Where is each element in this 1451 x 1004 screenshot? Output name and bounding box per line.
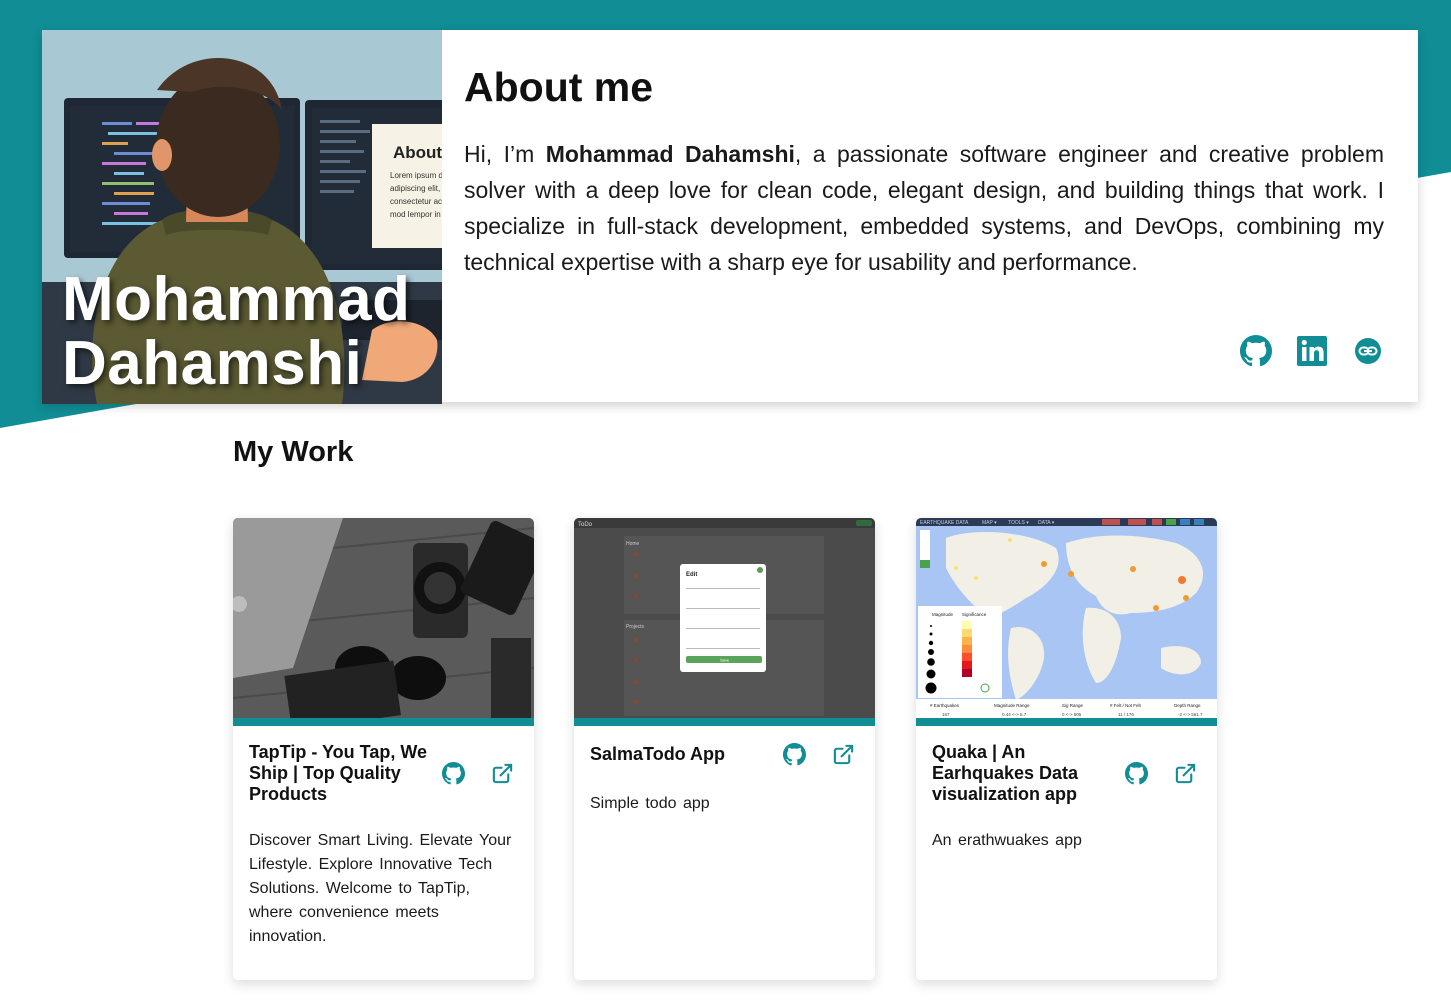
project-title: Quaka | An Earhquakes Data visualization… <box>932 742 1079 804</box>
quaka-menu-3: TOOLS ▾ <box>1008 520 1029 526</box>
todo-app-name: ToDo <box>578 522 593 528</box>
quaka-stat-value-3: 0 <-> 505 <box>1062 712 1082 717</box>
quaka-stat-value-4: 11 / 176 <box>1118 712 1134 717</box>
project-description: Discover Smart Living. Elevate Your Life… <box>249 832 512 945</box>
project-image[interactable]: EARTHQUAKE DATA MAP ▾ TOOLS ▾ DATA ▾ Mag… <box>916 518 1217 718</box>
github-icon[interactable] <box>442 762 465 785</box>
quaka-stat-header-3: Sig Range <box>1062 703 1084 708</box>
github-icon[interactable] <box>1125 762 1148 785</box>
about-intro-pre: Hi, I’m <box>464 141 546 167</box>
todo-section-projects: Projects <box>626 624 645 630</box>
external-link-icon[interactable] <box>1174 762 1197 785</box>
github-icon[interactable] <box>783 742 806 766</box>
linkedin-icon[interactable] <box>1296 335 1328 367</box>
project-card: TapTip - You Tap, We Ship | Top Quality … <box>233 518 534 980</box>
screen-line-1: Lorem ipsum d <box>390 171 442 180</box>
my-work-title: My Work <box>233 436 354 468</box>
project-image[interactable]: ToDo Home Projects Edit Save <box>574 518 875 718</box>
todo-modal-button: Save <box>720 658 730 663</box>
quaka-stat-value-2: 0.44 <-> 5.7 <box>1002 712 1027 717</box>
screen-line-4: mod lempor in <box>390 210 441 219</box>
hero-card: About Lorem ipsum d adipiscing elit, con… <box>42 30 1418 404</box>
quaka-menu-1: EARTHQUAKE DATA <box>920 520 969 526</box>
project-description: An erathwuakes app <box>932 832 1082 849</box>
quaka-legend-magnitude: Magnitude <box>932 612 954 617</box>
quaka-stat-value-1: 167 <box>942 712 950 717</box>
github-icon[interactable] <box>1240 335 1272 367</box>
project-card: ToDo Home Projects Edit Save SalmaTodo A… <box>574 518 875 980</box>
todo-modal-title: Edit <box>686 572 697 578</box>
project-description: Simple todo app <box>590 795 710 812</box>
hero-name-first: Mohammad <box>62 265 411 334</box>
project-title: SalmaTodo App <box>590 743 725 764</box>
quaka-stat-header-4: # Felt / Not Felt <box>1110 703 1142 708</box>
quaka-stat-header-2: Magnitude Range <box>994 703 1030 708</box>
quaka-stat-header-5: Depth Range <box>1174 703 1201 708</box>
screen-line-2: adipiscing elit, <box>390 184 440 193</box>
project-title: TapTip - You Tap, We Ship | Top Quality … <box>249 742 428 804</box>
card-accent-bar <box>233 718 534 726</box>
about-title: About me <box>464 64 654 110</box>
quaka-legend-significance: Significance <box>962 612 987 617</box>
project-image[interactable] <box>233 518 534 718</box>
external-link-icon[interactable] <box>491 762 514 785</box>
link-icon[interactable] <box>1352 335 1384 367</box>
about-intro-name: Mohammad Dahamshi <box>545 141 795 167</box>
about-paragraph: Hi, I’m Mohammad Dahamshi, a passionate … <box>464 136 1384 280</box>
quaka-menu-4: DATA ▾ <box>1038 520 1055 526</box>
card-accent-bar <box>574 718 875 726</box>
project-card: EARTHQUAKE DATA MAP ▾ TOOLS ▾ DATA ▾ Mag… <box>916 518 1217 980</box>
quaka-stat-header-1: # Earthquakes <box>930 703 960 708</box>
hero-illustration: About Lorem ipsum d adipiscing elit, con… <box>42 30 442 404</box>
quaka-menu-2: MAP ▾ <box>982 520 997 526</box>
social-links <box>1240 335 1384 367</box>
hero-name-last: Dahamshi <box>62 329 363 398</box>
quaka-stat-value-5: -2 <-> 561.7 <box>1178 712 1203 717</box>
screen-title-text: About <box>393 143 442 162</box>
hero-name: Mohammad Dahamshi <box>62 268 410 396</box>
card-accent-bar <box>916 718 1217 726</box>
todo-section-home: Home <box>626 541 640 547</box>
screen-line-3: consectetur ac <box>390 197 442 206</box>
external-link-icon[interactable] <box>832 743 855 766</box>
about-section: About me Hi, I’m Mohammad Dahamshi, a pa… <box>464 64 1384 280</box>
